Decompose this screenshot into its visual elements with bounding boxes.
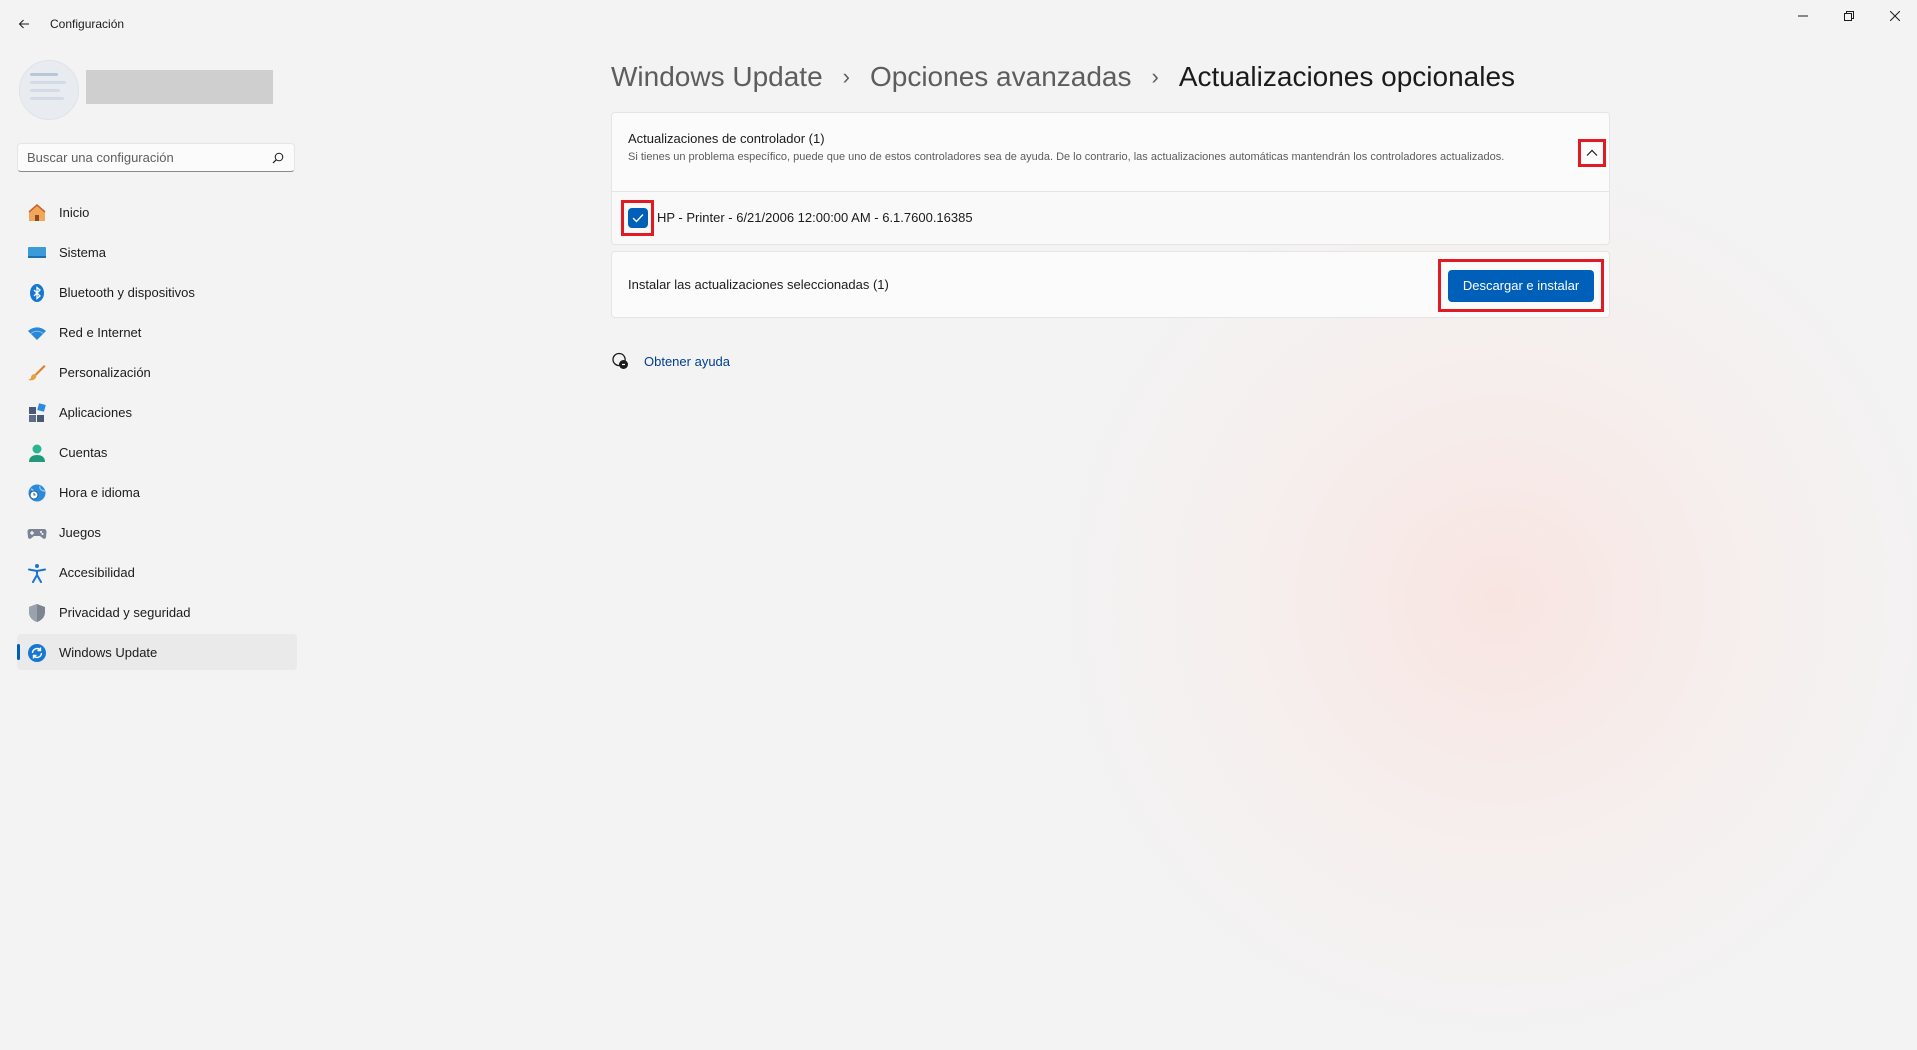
sidebar-item-label: Windows Update [59,645,158,660]
sidebar-item-privacidad[interactable]: Privacidad y seguridad [17,594,297,630]
sidebar-item-label: Aplicaciones [59,405,132,420]
restore-button[interactable] [1826,0,1872,32]
sidebar-item-accesibilidad[interactable]: Accesibilidad [17,554,297,590]
restore-icon [1844,11,1854,21]
sidebar-item-label: Hora e idioma [59,485,140,500]
home-icon [27,203,47,223]
sidebar-item-inicio[interactable]: Inicio [17,194,297,230]
minimize-icon [1798,15,1808,17]
install-card: Instalar las actualizaciones seleccionad… [611,251,1610,318]
minimize-button[interactable] [1780,0,1826,32]
close-icon [1890,11,1900,21]
checkmark-icon [632,214,644,223]
sidebar-item-personalizacion[interactable]: Personalización [17,354,297,390]
sidebar-item-label: Sistema [59,245,106,260]
search-box[interactable] [17,143,295,172]
sidebar-item-bluetooth[interactable]: Bluetooth y dispositivos [17,274,297,310]
breadcrumb: Windows Update › Opciones avanzadas › Ac… [611,55,1515,99]
breadcrumb-opciones-avanzadas[interactable]: Opciones avanzadas [870,61,1132,93]
selection-indicator [17,644,20,660]
chevron-up-icon [1586,149,1598,156]
sidebar-item-windows-update[interactable]: Windows Update [17,634,297,670]
driver-updates-expander[interactable]: Actualizaciones de controlador (1) Si ti… [611,112,1610,192]
sidebar-item-label: Inicio [59,205,90,220]
driver-update-label: HP - Printer - 6/21/2006 12:00:00 AM - 6… [657,210,973,225]
sidebar-item-label: Cuentas [59,445,108,460]
get-help-link[interactable]: Obtener ayuda [644,354,730,369]
apps-icon [27,403,47,423]
update-icon [27,643,47,663]
download-install-button[interactable]: Descargar e instalar [1448,269,1594,302]
sidebar-item-red[interactable]: Red e Internet [17,314,297,350]
accessibility-icon [27,563,47,583]
back-button[interactable] [12,12,36,36]
sidebar-item-label: Accesibilidad [59,565,135,580]
sidebar-nav: Inicio Sistema Bluetooth y dispositivos … [17,194,297,674]
arrow-left-icon [18,19,29,29]
app-title: Configuración [50,17,125,31]
search-input[interactable] [27,144,257,171]
search-icon[interactable] [272,152,284,164]
title-bar: Configuración [0,0,1917,48]
gamepad-icon [27,523,47,543]
shield-icon [27,603,47,623]
sidebar-item-label: Privacidad y seguridad [59,605,191,620]
chevron-right-icon: › [1151,64,1159,89]
driver-updates-title: Actualizaciones de controlador (1) [628,131,825,146]
breadcrumb-windows-update[interactable]: Windows Update [611,61,823,93]
system-icon [27,243,47,263]
sidebar-item-aplicaciones[interactable]: Aplicaciones [17,394,297,430]
get-help[interactable]: Obtener ayuda [611,351,730,371]
chevron-right-icon: › [842,64,850,89]
close-button[interactable] [1872,0,1917,32]
bluetooth-icon [27,283,47,303]
collapse-button[interactable] [1578,139,1606,167]
driver-checkbox[interactable] [627,208,648,228]
driver-update-item: HP - Printer - 6/21/2006 12:00:00 AM - 6… [611,192,1610,245]
sidebar-item-label: Bluetooth y dispositivos [59,285,195,300]
install-label: Instalar las actualizaciones seleccionad… [628,277,889,292]
sidebar-item-label: Red e Internet [59,325,142,340]
page-title: Actualizaciones opcionales [1178,61,1516,92]
sidebar-item-cuentas[interactable]: Cuentas [17,434,297,470]
wifi-icon [27,323,47,343]
brush-icon [27,363,47,383]
sidebar-item-sistema[interactable]: Sistema [17,234,297,270]
install-button-highlight: Descargar e instalar [1438,259,1604,312]
checkbox-highlight [621,200,654,236]
sidebar-item-label: Personalización [59,365,151,380]
sidebar-item-hora[interactable]: Hora e idioma [17,474,297,510]
driver-updates-description: Si tienes un problema específico, puede … [628,151,1505,163]
sidebar-item-juegos[interactable]: Juegos [17,514,297,550]
globe-clock-icon [27,483,47,503]
sidebar-item-label: Juegos [59,525,101,540]
help-icon [612,352,628,369]
avatar[interactable] [19,60,79,120]
profile-name-redacted [86,70,273,104]
account-icon [27,443,47,463]
